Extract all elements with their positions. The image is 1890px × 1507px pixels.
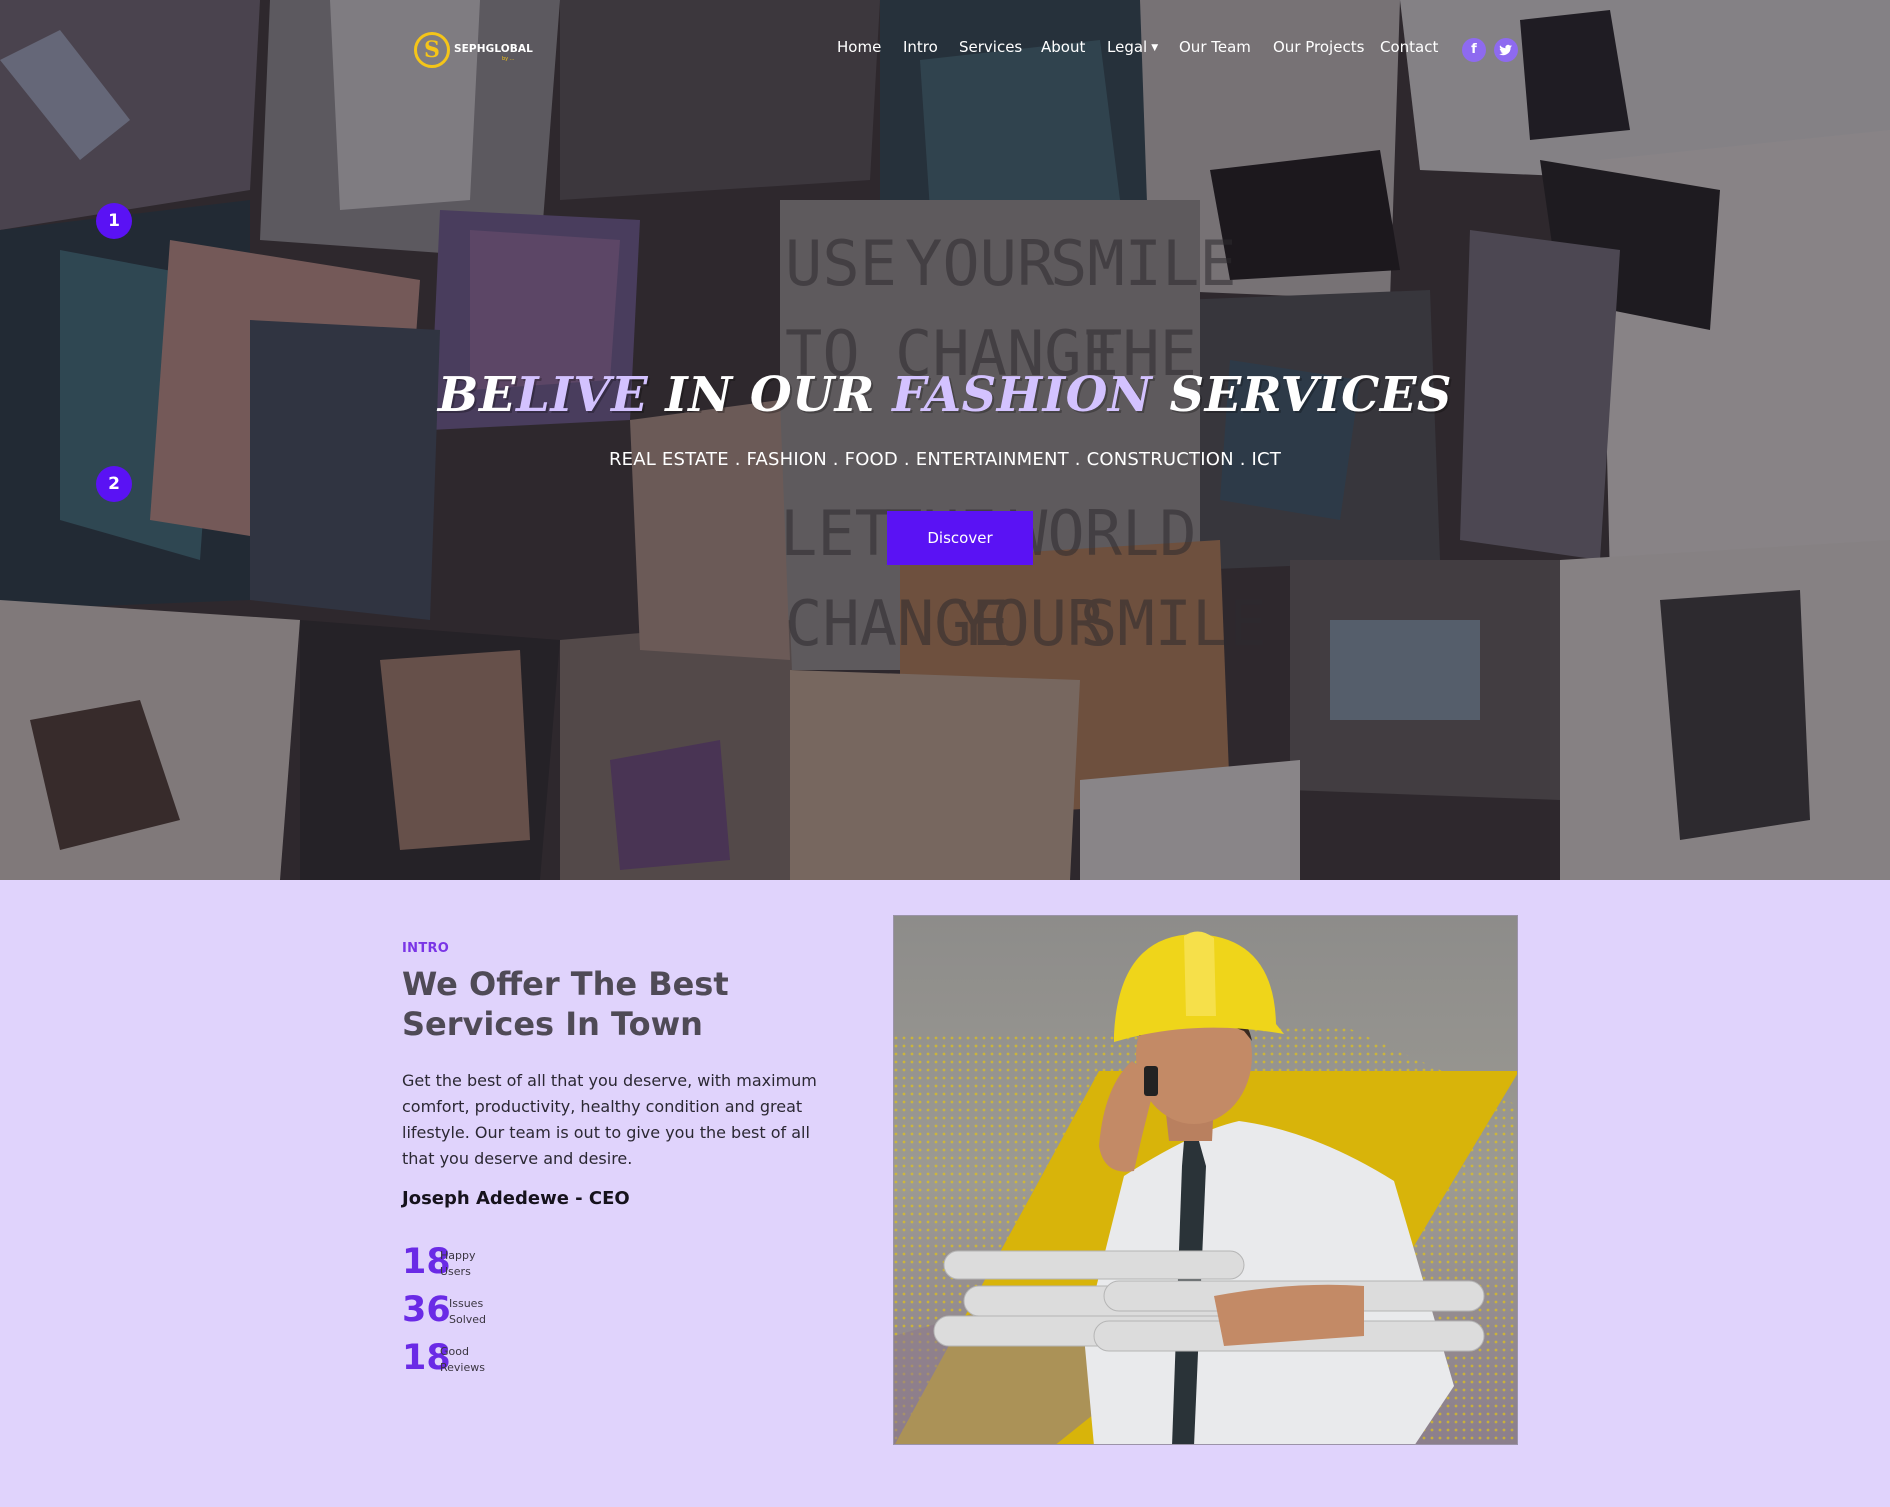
nav-our-projects[interactable]: Our Projects (1273, 38, 1364, 56)
construction-worker-image (893, 915, 1518, 1445)
stat-label: Good Reviews (440, 1344, 500, 1376)
stat-label-line-1: Happy (440, 1249, 476, 1262)
hero-title-part-4: FASHION (892, 367, 1153, 423)
hero-overlay (0, 0, 1890, 880)
intro-signature: Joseph Adedewe - CEO (402, 1188, 630, 1209)
nav-home[interactable]: Home (837, 38, 881, 56)
nav-legal-label: Legal (1107, 38, 1148, 56)
hero-title-part-5: SERVICES (1152, 367, 1453, 423)
nav-about[interactable]: About (1041, 38, 1085, 56)
slide-indicator-2[interactable]: 2 (96, 466, 132, 502)
worker-illustration (894, 916, 1517, 1444)
hero-section: USE YOUR SMILE TO CHANGE THE LET THE WOR… (0, 0, 1890, 880)
nav-our-team[interactable]: Our Team (1179, 38, 1251, 56)
stat-value: 36 (402, 1290, 451, 1330)
discover-button[interactable]: Discover (887, 511, 1033, 565)
hero-title-part-3: IN OUR (648, 367, 893, 423)
stat-label-line-2: Users (440, 1265, 471, 1278)
nav-contact[interactable]: Contact (1380, 38, 1438, 56)
intro-title: We Offer The Best Services In Town (402, 965, 729, 1043)
stat-label-line-1: Issues (449, 1297, 484, 1310)
nav-intro[interactable]: Intro (903, 38, 938, 56)
hero-subtitle: REAL ESTATE . FASHION . FOOD . ENTERTAIN… (608, 449, 1282, 470)
stat-label: Issues Solved (449, 1296, 509, 1328)
hero-title: BELIVE IN OUR FASHION SERVICES (0, 367, 1890, 423)
chevron-down-icon: ▼ (1151, 42, 1159, 53)
stat-label-line-2: Solved (449, 1313, 487, 1326)
stat-label: Happy Users (440, 1248, 500, 1280)
nav-legal[interactable]: Legal ▼ (1107, 38, 1158, 56)
hero-title-part-2: LIVE (516, 367, 649, 423)
stat-label-line-1: Good (440, 1345, 469, 1358)
twitter-icon[interactable] (1494, 38, 1518, 62)
main-nav: Home Intro Services About Legal ▼ Our Tea… (0, 38, 1890, 62)
slide-indicator-1[interactable]: 1 (96, 203, 132, 239)
stat-label-line-2: Reviews (440, 1361, 485, 1374)
intro-eyebrow: INTRO (402, 941, 450, 956)
facebook-icon[interactable]: f (1462, 38, 1486, 62)
intro-body: Get the best of all that you deserve, wi… (402, 1071, 817, 1168)
hero-title-part-1: BE (437, 367, 517, 423)
twitter-bird-icon (1499, 44, 1512, 56)
nav-services[interactable]: Services (959, 38, 1022, 56)
